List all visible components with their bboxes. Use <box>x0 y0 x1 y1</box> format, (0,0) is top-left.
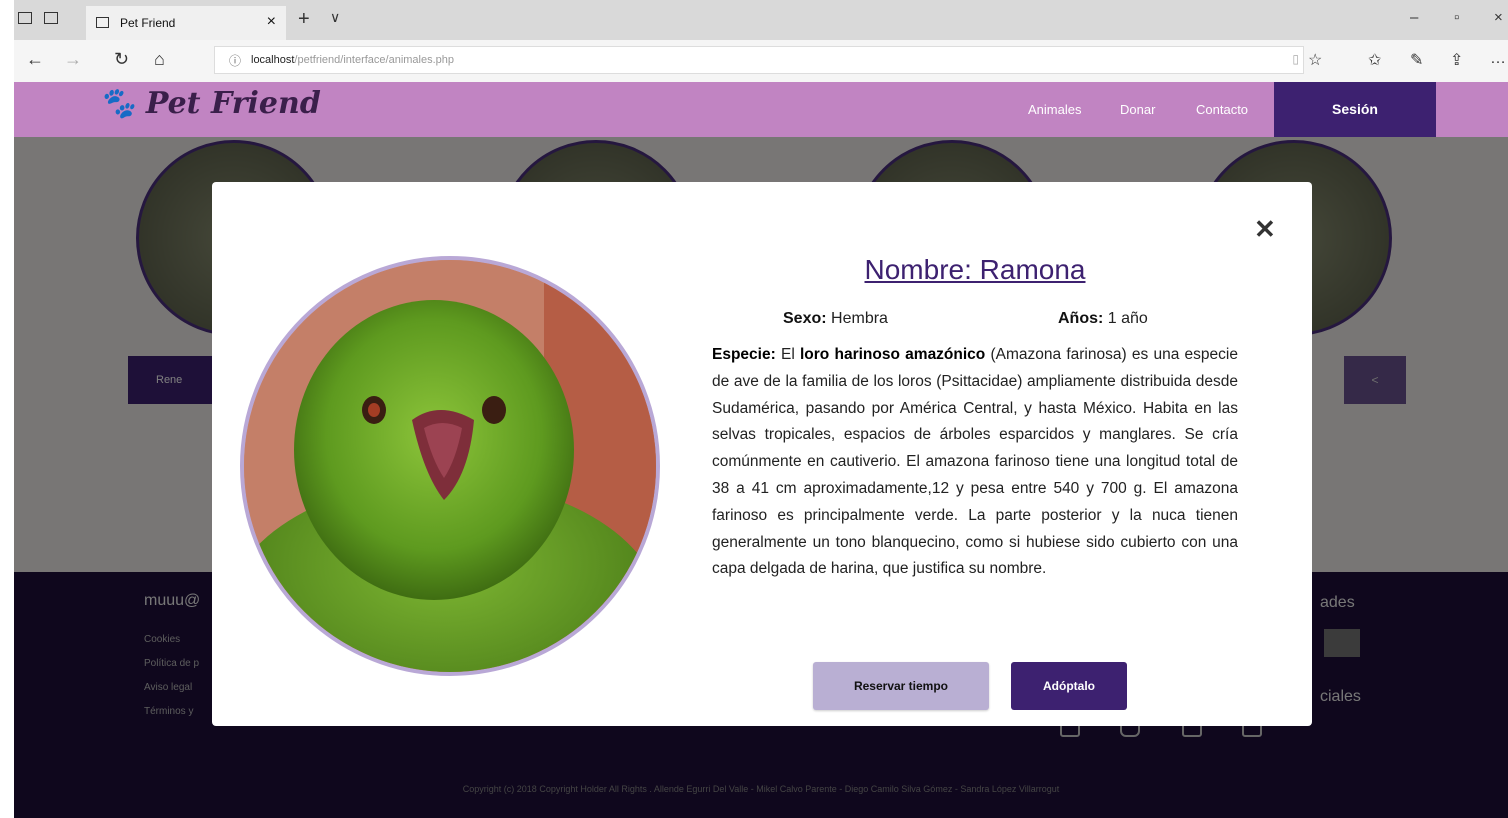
nav-contacto[interactable]: Contacto <box>1196 102 1248 117</box>
maximize-button[interactable]: ▫ <box>1454 9 1459 26</box>
pet-detail-modal: ✕ Nombre: Ramona Sexo: Hembra Años: 1 añ… <box>212 182 1312 726</box>
session-button[interactable]: Sesión <box>1274 82 1436 137</box>
parrot-image <box>244 260 656 672</box>
more-icon[interactable]: … <box>1490 50 1506 68</box>
url-field[interactable]: ⓘ localhost/petfriend/interface/animales… <box>214 46 1304 74</box>
tab-menu-icon[interactable]: ∨ <box>330 9 340 26</box>
pet-name-title: Nombre: Ramona <box>864 254 1086 285</box>
favorite-star-icon[interactable]: ☆ <box>1308 50 1322 70</box>
new-tab-button[interactable]: + <box>298 8 310 31</box>
pet-photo <box>240 256 660 676</box>
pet-age: Años: 1 año <box>1058 310 1148 327</box>
nav-animales[interactable]: Animales <box>1028 102 1081 117</box>
home-icon[interactable]: ⌂ <box>154 49 165 70</box>
browser-tab[interactable]: Pet Friend × <box>86 6 286 40</box>
share-icon[interactable]: ⇪ <box>1450 50 1463 70</box>
favorites-list-icon[interactable]: ✩ <box>1368 50 1381 70</box>
info-icon[interactable]: ⓘ <box>229 52 241 69</box>
refresh-icon[interactable]: ↻ <box>114 49 129 70</box>
browser-tab-bar: Pet Friend × + ∨ – ▫ × <box>14 0 1508 40</box>
address-bar-row: ← → ↻ ⌂ ⓘ localhost/petfriend/interface/… <box>14 40 1508 82</box>
set-aside-tabs-icon[interactable] <box>44 12 58 24</box>
back-icon[interactable]: ← <box>26 49 44 70</box>
forward-icon[interactable]: → <box>64 49 82 70</box>
adopt-button[interactable]: Adóptalo <box>1011 662 1127 710</box>
reading-view-icon[interactable]: ▯ <box>1292 52 1299 66</box>
page-icon <box>96 17 109 28</box>
reserve-time-button[interactable]: Reservar tiempo <box>813 662 989 710</box>
pet-description: Especie: El loro harinoso amazónico (Ama… <box>712 346 1238 578</box>
pet-sex: Sexo: Hembra <box>783 310 888 327</box>
nav-donar[interactable]: Donar <box>1120 102 1155 117</box>
close-window-button[interactable]: × <box>1494 9 1503 26</box>
site-logo[interactable]: 🐾 Pet Friend <box>98 86 321 121</box>
minimize-button[interactable]: – <box>1410 9 1418 26</box>
tab-close-button[interactable]: × <box>267 13 276 31</box>
close-icon[interactable]: ✕ <box>1254 214 1276 245</box>
pen-icon[interactable]: ✎ <box>1410 50 1423 70</box>
tab-actions-icon[interactable] <box>18 12 32 24</box>
paw-icon: 🐾 <box>98 86 136 121</box>
site-header: 🐾 Pet Friend Animales Donar Contacto Ses… <box>14 82 1508 137</box>
url-text: localhost/petfriend/interface/animales.p… <box>251 54 455 66</box>
tab-title: Pet Friend <box>120 16 176 30</box>
